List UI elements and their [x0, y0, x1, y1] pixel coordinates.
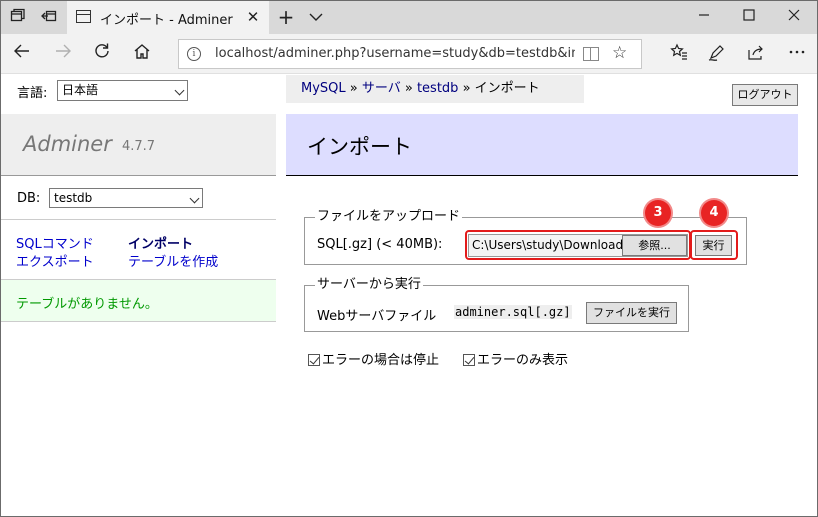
step-3-marker: 3: [645, 200, 671, 226]
tab-title: インポート - Adminer: [100, 13, 233, 28]
window-close-icon[interactable]: [772, 1, 816, 34]
breadcrumb-db[interactable]: testdb: [417, 81, 458, 96]
upload-legend: ファイルをアップロード: [315, 209, 463, 225]
address-bar[interactable]: i localhost/adminer.php?username=study&d…: [178, 39, 642, 69]
url-text[interactable]: localhost/adminer.php?username=study&db=…: [215, 46, 575, 61]
page-title-bar: インポート: [286, 114, 798, 176]
browser-window: インポート - Adminer ✕ + i localhost/adminer.…: [0, 0, 818, 517]
menu-divider: [1, 219, 276, 220]
tab-list-chevron-icon[interactable]: [306, 7, 326, 27]
run-file-button[interactable]: ファイルを実行: [586, 302, 677, 324]
tab-bar: インポート - Adminer ✕ +: [1, 1, 817, 34]
import-link[interactable]: インポート: [128, 233, 193, 252]
adminer-logo-link[interactable]: Adminer: [23, 132, 112, 156]
breadcrumb-current: インポート: [474, 81, 540, 96]
only-errors-label: エラーのみ表示: [477, 353, 569, 368]
active-tab[interactable]: インポート - Adminer ✕: [67, 1, 269, 34]
maximize-icon[interactable]: [727, 1, 771, 34]
language-label: 言語:: [17, 86, 48, 101]
upload-label: SQL[.gz] (< 40MB):: [317, 237, 443, 252]
step-4-marker: 4: [701, 200, 727, 226]
only-errors-checkbox[interactable]: エラーのみ表示: [463, 349, 568, 368]
version-label: 4.7.7: [122, 139, 156, 154]
no-tables-text: テーブルがありません。: [16, 297, 158, 312]
stop-on-error-label: エラーの場合は停止: [322, 353, 440, 368]
server-file-name: adminer.sql[.gz]: [454, 305, 572, 319]
breadcrumb: MySQL » サーバ » testdb » インポート: [286, 75, 584, 103]
reading-view-icon[interactable]: [583, 47, 599, 61]
minimize-icon[interactable]: [682, 1, 726, 34]
language-value: 日本語: [62, 83, 99, 97]
chevron-down-icon: [189, 193, 200, 204]
breadcrumb-server[interactable]: サーバ: [362, 81, 401, 96]
no-tables-message: テーブルがありません。: [1, 279, 276, 322]
new-tab-icon[interactable]: +: [276, 5, 296, 29]
refresh-icon[interactable]: [90, 42, 114, 66]
breadcrumb-separator: »: [400, 81, 417, 96]
server-file-label: Webサーバファイル: [317, 309, 437, 324]
back-icon[interactable]: [10, 42, 34, 66]
page-icon: [76, 10, 91, 23]
pen-icon[interactable]: [706, 43, 728, 65]
checkbox-checked-icon[interactable]: [463, 354, 475, 366]
create-table-link[interactable]: テーブルを作成: [128, 251, 218, 270]
page-title: インポート: [307, 135, 412, 159]
tab-actions-icon[interactable]: [9, 8, 27, 26]
info-icon[interactable]: i: [187, 47, 201, 61]
forward-icon[interactable]: [51, 42, 75, 66]
db-select[interactable]: testdb: [49, 188, 203, 208]
set-tabs-aside-icon[interactable]: [40, 8, 58, 26]
breadcrumb-mysql[interactable]: MySQL: [301, 81, 346, 96]
checkbox-checked-icon[interactable]: [308, 354, 320, 366]
execute-highlight-box: [690, 230, 738, 260]
language-select[interactable]: 日本語: [57, 80, 188, 101]
navigation-bar: i localhost/adminer.php?username=study&d…: [1, 34, 817, 74]
logout-button[interactable]: ログアウト: [732, 84, 798, 106]
server-file-legend: サーバーから実行: [315, 277, 423, 293]
export-link[interactable]: エクスポート: [16, 251, 94, 270]
close-icon[interactable]: ✕: [244, 7, 262, 27]
favorite-star-icon[interactable]: ☆: [612, 43, 627, 63]
home-icon[interactable]: [130, 42, 154, 66]
db-value: testdb: [54, 191, 93, 205]
db-label: DB:: [17, 191, 41, 206]
breadcrumb-separator: »: [345, 81, 362, 96]
server-file-fieldset: サーバーから実行 Webサーバファイル adminer.sql[.gz] ファイ…: [304, 277, 689, 332]
breadcrumb-separator: »: [458, 81, 475, 96]
share-icon[interactable]: [745, 43, 767, 65]
page-content: 言語: 日本語 Adminer 4.7.7 DB: testdb SQLコマンド…: [1, 75, 817, 516]
favorites-icon[interactable]: [668, 43, 690, 65]
more-icon[interactable]: [786, 43, 808, 65]
stop-on-error-checkbox[interactable]: エラーの場合は停止: [308, 349, 439, 368]
sql-command-link[interactable]: SQLコマンド: [16, 233, 94, 252]
adminer-header: Adminer 4.7.7: [1, 114, 276, 176]
browse-highlight-box: [465, 230, 691, 260]
chevron-down-icon: [174, 85, 185, 96]
